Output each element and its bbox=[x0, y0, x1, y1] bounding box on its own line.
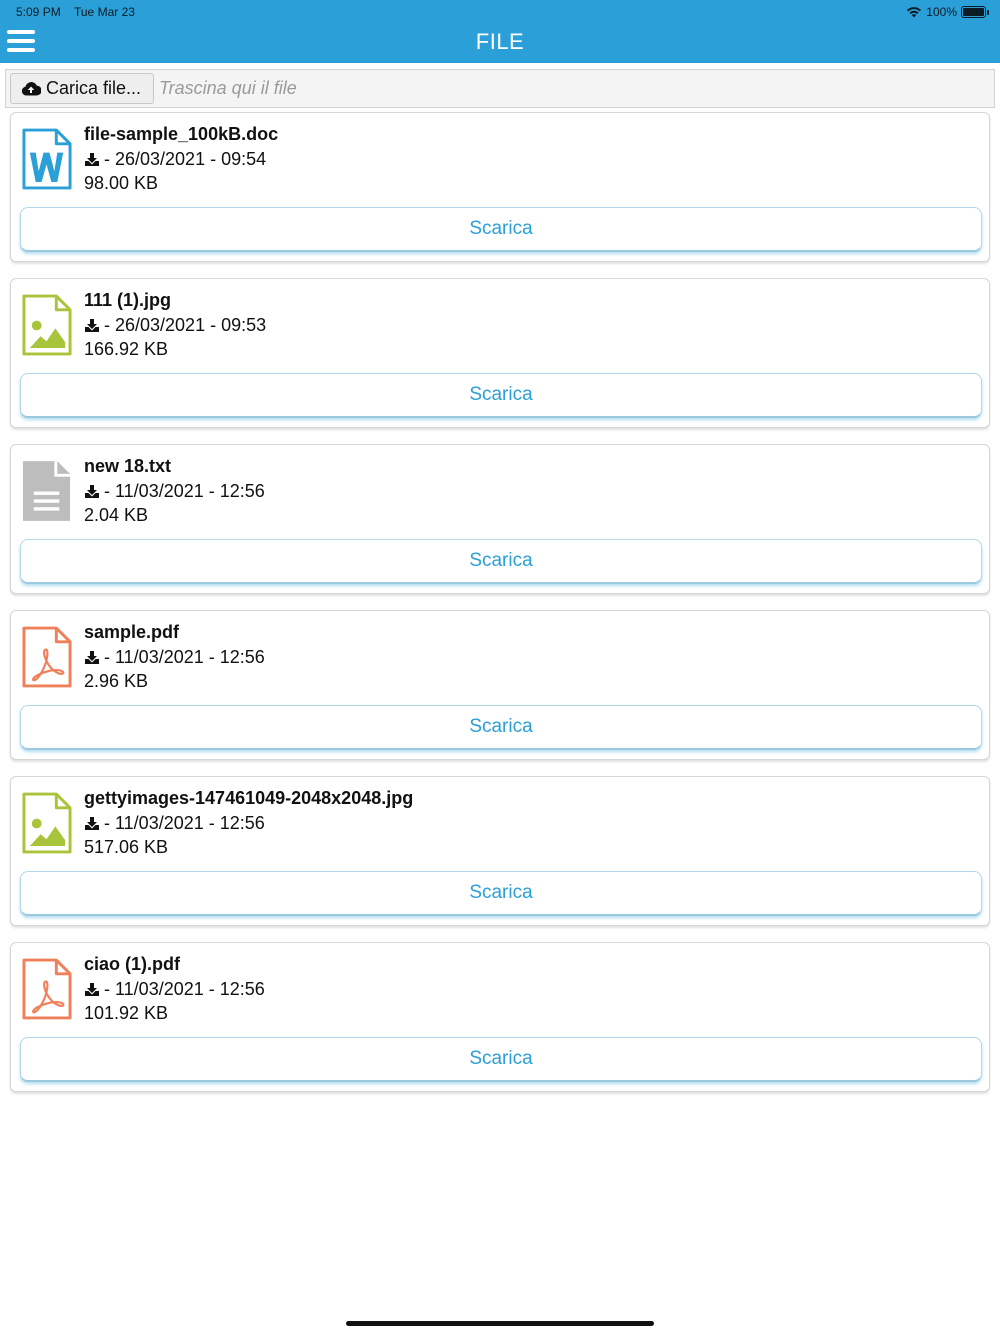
page-title: FILE bbox=[475, 29, 525, 54]
file-name: new 18.txt bbox=[84, 456, 172, 476]
download-button[interactable]: Scarica bbox=[20, 539, 982, 584]
file-size: 2.96 KB bbox=[84, 671, 149, 691]
download-icon bbox=[85, 651, 99, 664]
file-name: 111 (1).jpg bbox=[84, 290, 172, 310]
download-button[interactable]: Scarica bbox=[20, 1037, 982, 1082]
text-file-icon bbox=[22, 461, 71, 521]
file-card: gettyimages-147461049-2048x2048.jpg - 11… bbox=[10, 776, 990, 926]
battery-level bbox=[963, 8, 984, 16]
file-date: - 11/03/2021 - 12:56 bbox=[104, 979, 265, 999]
upload-file-button[interactable]: Carica file... bbox=[10, 73, 154, 104]
upload-bar[interactable]: Carica file... Trascina qui il file bbox=[5, 69, 995, 108]
file-name: ciao (1).pdf bbox=[84, 954, 181, 974]
file-date: - 11/03/2021 - 12:56 bbox=[104, 813, 265, 833]
file-date: - 26/03/2021 - 09:53 bbox=[104, 315, 267, 335]
status-indicators: 100% bbox=[906, 4, 989, 20]
home-indicator[interactable] bbox=[346, 1321, 654, 1326]
file-card: sample.pdf - 11/03/2021 - 12:56 2.96 KB … bbox=[10, 610, 990, 760]
file-card: file-sample_100kB.doc - 26/03/2021 - 09:… bbox=[10, 112, 990, 262]
word-doc-icon bbox=[22, 128, 72, 190]
wifi-icon bbox=[907, 7, 922, 18]
pdf-file-icon bbox=[22, 626, 72, 688]
file-card: 111 (1).jpg - 26/03/2021 - 09:53 166.92 … bbox=[10, 278, 990, 428]
file-size: 2.04 KB bbox=[84, 505, 149, 525]
download-icon bbox=[85, 817, 99, 830]
download-icon bbox=[85, 983, 99, 996]
download-button[interactable]: Scarica bbox=[20, 207, 982, 252]
file-date-row: - 11/03/2021 - 12:56 bbox=[84, 481, 265, 502]
file-date-row: - 11/03/2021 - 12:56 bbox=[84, 979, 265, 1000]
download-button[interactable]: Scarica bbox=[20, 373, 982, 418]
cloud-upload-icon bbox=[21, 82, 41, 96]
download-button[interactable]: Scarica bbox=[20, 871, 982, 916]
file-name: file-sample_100kB.doc bbox=[84, 124, 279, 144]
file-date: - 11/03/2021 - 12:56 bbox=[104, 647, 265, 667]
download-button[interactable]: Scarica bbox=[20, 705, 982, 750]
file-size: 517.06 KB bbox=[84, 837, 169, 857]
file-card: new 18.txt - 11/03/2021 - 12:56 2.04 KB … bbox=[10, 444, 990, 594]
file-card: ciao (1).pdf - 11/03/2021 - 12:56 101.92… bbox=[10, 942, 990, 1092]
status-time: 5:09 PM bbox=[16, 5, 61, 19]
image-file-icon bbox=[22, 294, 72, 356]
file-size: 101.92 KB bbox=[84, 1003, 169, 1023]
file-date-row: - 26/03/2021 - 09:53 bbox=[84, 315, 266, 336]
file-date-row: - 11/03/2021 - 12:56 bbox=[84, 647, 265, 668]
file-name: gettyimages-147461049-2048x2048.jpg bbox=[84, 788, 414, 808]
file-date-row: - 26/03/2021 - 09:54 bbox=[84, 149, 266, 170]
app-header: 5:09 PM Tue Mar 23 100% FILE bbox=[0, 0, 1000, 63]
file-date-row: - 11/03/2021 - 12:56 bbox=[84, 813, 265, 834]
drop-zone-hint: Trascina qui il file bbox=[159, 78, 297, 98]
download-icon bbox=[85, 153, 99, 166]
file-date: - 11/03/2021 - 12:56 bbox=[104, 481, 265, 501]
battery-percent: 100% bbox=[926, 5, 957, 19]
upload-button-label: Carica file... bbox=[46, 78, 142, 98]
file-date: - 26/03/2021 - 09:54 bbox=[104, 149, 267, 169]
file-size: 98.00 KB bbox=[84, 173, 159, 193]
download-icon bbox=[85, 319, 99, 332]
pdf-file-icon bbox=[22, 958, 72, 1020]
file-size: 166.92 KB bbox=[84, 339, 169, 359]
image-file-icon bbox=[22, 792, 72, 854]
file-name: sample.pdf bbox=[84, 622, 180, 642]
battery-icon bbox=[961, 6, 989, 18]
download-icon bbox=[85, 485, 99, 498]
status-date: Tue Mar 23 bbox=[74, 5, 135, 19]
